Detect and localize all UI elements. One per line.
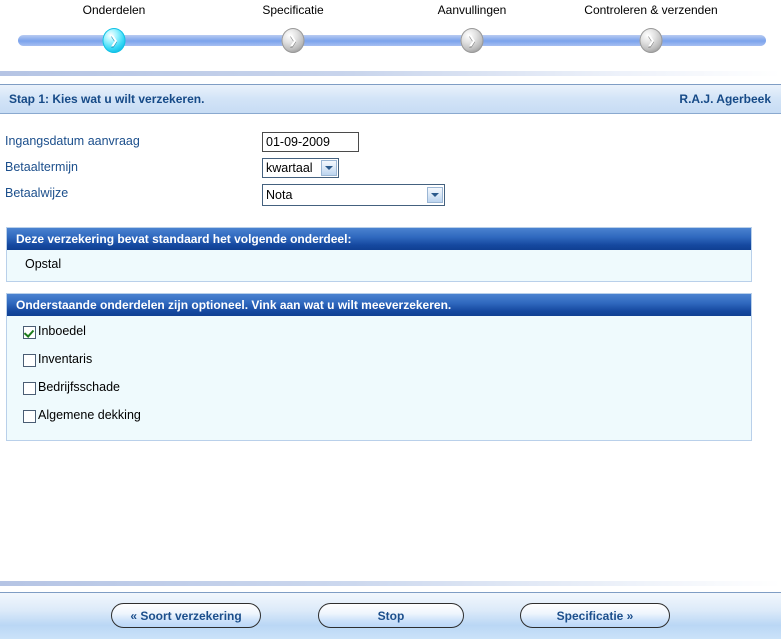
wizard-step-marker-specificatie[interactable]: ❯: [281, 28, 305, 53]
form-row-betaalwijze: Betaalwijze Nota: [0, 182, 781, 208]
checkbox-label-inventaris: Inventaris: [38, 352, 93, 366]
optional-coverage-panel: Onderstaande onderdelen zijn optioneel. …: [6, 293, 752, 441]
wizard-step-label-4[interactable]: Controleren & verzenden: [584, 3, 717, 17]
form-area: Ingangsdatum aanvraag Betaaltermijn kwar…: [0, 126, 781, 216]
checkbox-label-inboedel: Inboedel: [38, 324, 86, 338]
wizard-step-marker-aanvullingen[interactable]: ❯: [460, 28, 484, 53]
wizard-step-label-3[interactable]: Aanvullingen: [438, 3, 507, 17]
specificatie-button[interactable]: Specificatie »: [520, 603, 670, 628]
chevron-right-icon: ❯: [109, 34, 119, 47]
checkbox-inventaris[interactable]: [23, 354, 36, 367]
checkbox-bedrijfsschade[interactable]: [23, 382, 36, 395]
standard-coverage-heading: Deze verzekering bevat standaard het vol…: [7, 228, 751, 250]
chevron-right-icon: ❯: [646, 34, 656, 47]
stop-button[interactable]: Stop: [318, 603, 464, 628]
soort-verzekering-button[interactable]: « Soort verzekering: [111, 603, 261, 628]
page-header-bar: Stap 1: Kies wat u wilt verzekeren. R.A.…: [0, 85, 781, 114]
footer-gradient-divider: [0, 581, 781, 586]
wizard-step-label-2[interactable]: Specificatie: [262, 3, 323, 17]
standard-coverage-body: Opstal: [7, 250, 751, 281]
checkbox-row-inventaris[interactable]: Inventaris: [7, 349, 751, 377]
label-betaalwijze: Betaalwijze: [5, 186, 69, 200]
wizard-step-marker-controleren[interactable]: ❯: [639, 28, 663, 53]
betaaltermijn-select[interactable]: kwartaal: [262, 158, 339, 178]
form-row-ingangsdatum: Ingangsdatum aanvraag: [0, 130, 781, 156]
checkbox-algemene-dekking[interactable]: [23, 410, 36, 423]
standard-coverage-panel: Deze verzekering bevat standaard het vol…: [6, 227, 752, 282]
page-title: Stap 1: Kies wat u wilt verzekeren.: [9, 92, 205, 106]
label-betaaltermijn: Betaaltermijn: [5, 160, 78, 174]
form-row-betaaltermijn: Betaaltermijn kwartaal: [0, 156, 781, 182]
optional-coverage-body: Inboedel Inventaris Bedrijfsschade Algem…: [7, 316, 751, 440]
chevron-right-icon: ❯: [288, 34, 298, 47]
label-ingangsdatum-aanvraag: Ingangsdatum aanvraag: [5, 134, 140, 148]
top-gradient-divider: [0, 71, 781, 76]
checkbox-row-bedrijfsschade[interactable]: Bedrijfsschade: [7, 377, 751, 405]
checkbox-label-bedrijfsschade: Bedrijfsschade: [38, 380, 120, 394]
betaalwijze-select[interactable]: Nota: [262, 184, 445, 206]
ingangsdatum-aanvraag-input[interactable]: [262, 132, 359, 152]
wizard-step-marker-onderdelen[interactable]: ❯: [102, 28, 126, 53]
chevron-right-icon: ❯: [467, 34, 477, 47]
page-root: Onderdelen Specificatie Aanvullingen Con…: [0, 0, 781, 639]
checkbox-label-algemene-dekking: Algemene dekking: [38, 408, 141, 422]
current-user-label: R.A.J. Agerbeek: [679, 92, 771, 106]
list-item: Opstal: [25, 257, 62, 271]
wizard-step-labels: Onderdelen Specificatie Aanvullingen Con…: [0, 3, 781, 19]
optional-coverage-heading: Onderstaande onderdelen zijn optioneel. …: [7, 294, 751, 316]
chevron-down-icon[interactable]: [321, 160, 337, 176]
wizard-progress-bar: Onderdelen Specificatie Aanvullingen Con…: [0, 0, 781, 58]
wizard-step-label-1[interactable]: Onderdelen: [83, 3, 146, 17]
chevron-down-icon[interactable]: [427, 187, 443, 203]
checkbox-row-algemene-dekking[interactable]: Algemene dekking: [7, 405, 751, 433]
betaaltermijn-selected-value: kwartaal: [266, 161, 313, 175]
betaalwijze-selected-value: Nota: [266, 188, 293, 202]
footer-bar: « Soort verzekering Stop Specificatie »: [0, 593, 781, 639]
checkbox-inboedel[interactable]: [23, 326, 36, 339]
checkbox-row-inboedel[interactable]: Inboedel: [7, 321, 751, 349]
